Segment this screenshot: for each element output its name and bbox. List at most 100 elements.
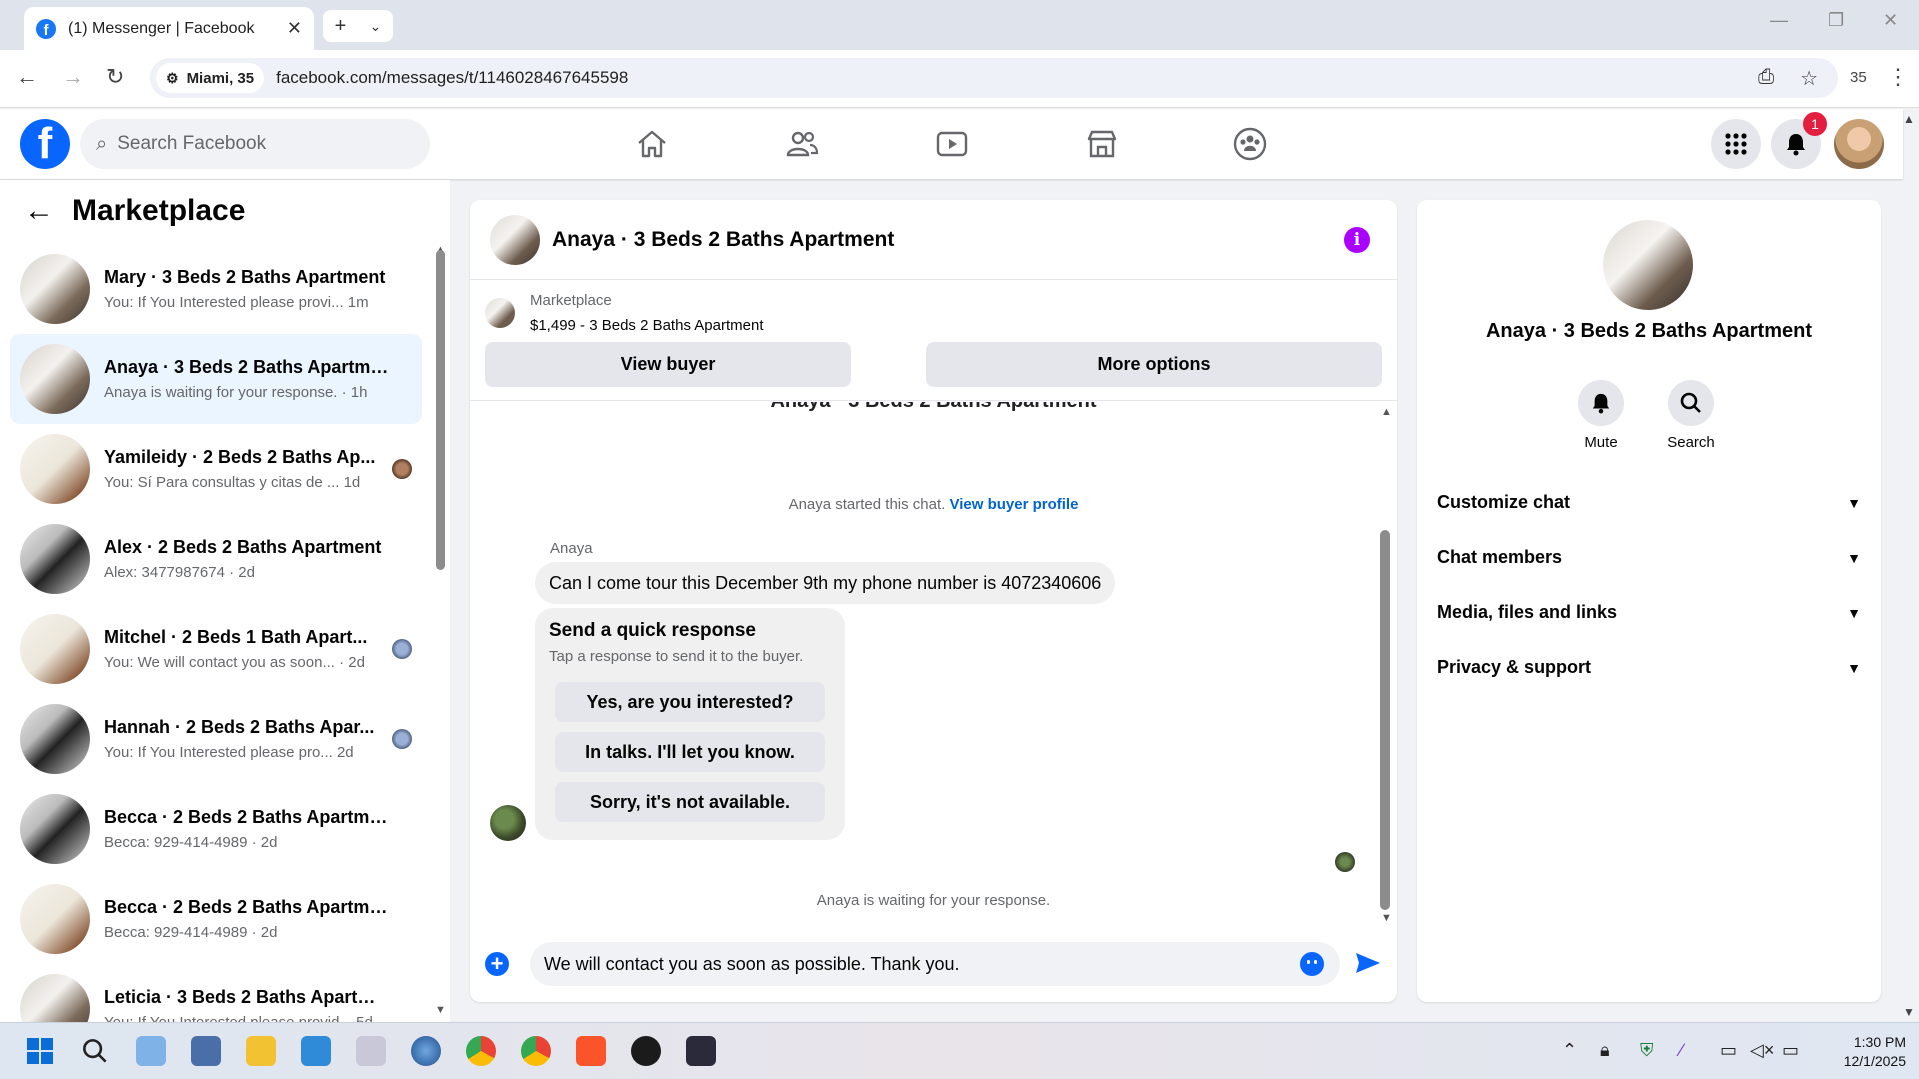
taskview-icon[interactable]: [136, 1036, 166, 1066]
conversation-item-active[interactable]: Anaya · 3 Beds 2 Baths Apartment Anaya is…: [10, 334, 422, 424]
profile-count[interactable]: 35: [1850, 69, 1867, 86]
conversation-item[interactable]: Alex · 2 Beds 2 Baths Apartment Alex: 347…: [10, 514, 422, 604]
search-action[interactable]: Search: [1661, 380, 1721, 451]
add-attachment-icon[interactable]: +: [485, 952, 509, 976]
network-icon[interactable]: ▭: [1720, 1040, 1737, 1061]
listing-thumbnail: [20, 884, 90, 954]
volume-muted-icon[interactable]: ◁×: [1750, 1040, 1774, 1061]
reload-icon[interactable]: ↻: [106, 64, 124, 90]
ixbrowser-icon[interactable]: [631, 1036, 661, 1066]
conversation-snippet: You: If You Interested please pro... 2d: [104, 744, 354, 761]
media-files-links-row[interactable]: Media, files and links ▼: [1437, 602, 1861, 623]
chat-avatar[interactable]: [490, 214, 540, 265]
chevron-down-icon: ▼: [1847, 659, 1861, 676]
tray-security-icon[interactable]: ⛨: [1640, 1040, 1654, 1061]
emoji-icon[interactable]: [1300, 952, 1324, 976]
more-options-button[interactable]: More options: [926, 342, 1382, 387]
view-buyer-button[interactable]: View buyer: [485, 342, 851, 387]
conversation-item[interactable]: Hannah · 2 Beds 2 Baths Apar... You: If Y…: [10, 694, 422, 784]
close-tab-icon[interactable]: ✕: [287, 18, 302, 39]
file-explorer-icon[interactable]: [246, 1036, 276, 1066]
tab-search-chevron-icon[interactable]: ⌄: [370, 18, 382, 35]
privacy-support-row[interactable]: Privacy & support ▼: [1437, 657, 1861, 678]
listing-thumbnail: [20, 524, 90, 594]
quick-response-yes-button[interactable]: Yes, are you interested?: [555, 682, 825, 722]
account-avatar[interactable]: [1834, 119, 1884, 169]
facebook-search-input[interactable]: ⌕ Search Facebook: [80, 119, 430, 169]
sender-avatar[interactable]: [490, 805, 526, 841]
battery-icon[interactable]: ▭: [1782, 1040, 1799, 1061]
seen-avatar: [392, 639, 412, 659]
windows-start-icon[interactable]: [25, 1036, 55, 1066]
sidebar-title: Marketplace: [72, 194, 246, 227]
minimize-icon[interactable]: —: [1770, 10, 1788, 31]
browser-tab[interactable]: f (1) Messenger | Facebook ✕: [24, 7, 314, 50]
conversation-name: Anaya · 3 Beds 2 Baths Apartment: [104, 357, 389, 377]
chat-started-text: Anaya started this chat.: [788, 496, 946, 513]
browser-profile-35-icon[interactable]: [686, 1036, 716, 1066]
forward-icon[interactable]: →: [62, 64, 84, 90]
install-app-icon[interactable]: ⎙: [1758, 66, 1774, 91]
chat-scrollbar[interactable]: [1380, 530, 1390, 930]
send-icon[interactable]: [1354, 950, 1382, 982]
tray-lock-icon[interactable]: 🔒︎: [1600, 1040, 1610, 1061]
quick-response-card: Send a quick response Tap a response to …: [535, 608, 845, 840]
nav-groups-icon[interactable]: [1228, 124, 1272, 164]
show-hidden-icons-chevron-icon[interactable]: ⌃: [1562, 1040, 1577, 1061]
nav-watch-icon[interactable]: [930, 124, 974, 164]
snipping-tool-icon[interactable]: [356, 1036, 386, 1066]
customize-chat-row[interactable]: Customize chat ▼: [1437, 492, 1861, 513]
listing-category: Marketplace: [530, 292, 612, 309]
sidebar-scrollbar[interactable]: [436, 250, 445, 570]
chrome-icon[interactable]: [466, 1036, 496, 1066]
conversation-item[interactable]: Leticia · 3 Beds 2 Baths Apartment You: I…: [10, 964, 422, 1022]
restore-icon[interactable]: ❐: [1828, 10, 1844, 31]
back-arrow-icon[interactable]: ←: [24, 194, 54, 228]
app-icon[interactable]: [191, 1036, 221, 1066]
chat-scroll-down-icon[interactable]: ▼: [1381, 912, 1392, 924]
mute-action[interactable]: Mute: [1571, 380, 1631, 451]
site-info-chip[interactable]: ⚙ Miami, 35: [156, 63, 265, 93]
search-label: Search: [1667, 434, 1715, 451]
listing-summary[interactable]: Marketplace $1,499 - 3 Beds 2 Baths Apar…: [485, 292, 763, 334]
photos-app-icon[interactable]: [301, 1036, 331, 1066]
chat-scroll-thumb[interactable]: [1380, 530, 1390, 910]
address-bar[interactable]: ⚙ Miami, 35 facebook.com/messages/t/1146…: [150, 58, 1838, 98]
conversation-item[interactable]: Mitchel · 2 Beds 1 Bath Apart... You: We …: [10, 604, 422, 694]
mute-label: Mute: [1584, 434, 1618, 451]
taskbar-search-icon[interactable]: [80, 1036, 110, 1066]
conversation-item[interactable]: Becca · 2 Beds 2 Baths Apartment Becca: 9…: [10, 784, 422, 874]
thread-intro-title: Anaya · 3 Beds 2 Baths Apartment: [770, 390, 1097, 412]
page-scroll-up-icon[interactable]: ▲: [1903, 112, 1915, 126]
incoming-message-bubble[interactable]: Can I come tour this December 9th my pho…: [535, 562, 1116, 604]
info-icon[interactable]: i: [1344, 227, 1370, 253]
browser-menu-icon[interactable]: ⋮: [1887, 64, 1909, 90]
back-icon[interactable]: ←: [16, 64, 38, 90]
tray-pen-icon[interactable]: ∕: [1680, 1040, 1683, 1061]
chat-members-row[interactable]: Chat members ▼: [1437, 547, 1861, 568]
globe-app-icon[interactable]: [411, 1036, 441, 1066]
taskbar-clock[interactable]: 1:30 PM 12/1/2025: [1826, 1033, 1906, 1071]
quick-response-not-available-button[interactable]: Sorry, it's not available.: [555, 782, 825, 822]
conversation-item[interactable]: Yamileidy · 2 Beds 2 Baths Ap... You: Sí …: [10, 424, 422, 514]
message-input[interactable]: We will contact you as soon as possible.…: [530, 942, 1340, 986]
chevron-down-icon: ▼: [1847, 604, 1861, 621]
brave-browser-icon[interactable]: [576, 1036, 606, 1066]
quick-response-in-talks-button[interactable]: In talks. I'll let you know.: [555, 732, 825, 772]
menu-grid-icon[interactable]: [1711, 119, 1761, 169]
window-close-icon[interactable]: ✕: [1883, 10, 1898, 31]
conversation-item[interactable]: Becca · 2 Beds 2 Baths Apartment Becca: 9…: [10, 874, 422, 964]
page-scroll-down-icon[interactable]: ▼: [1903, 1005, 1915, 1019]
conversation-item[interactable]: Mary · 3 Beds 2 Baths Apartment You: If Y…: [10, 244, 422, 334]
scroll-down-arrow-icon[interactable]: ▼: [435, 1004, 446, 1016]
nav-marketplace-icon[interactable]: [1080, 124, 1124, 164]
nav-home-icon[interactable]: [630, 124, 674, 164]
view-buyer-profile-link[interactable]: View buyer profile: [950, 496, 1079, 513]
chat-title[interactable]: Anaya · 3 Beds 2 Baths Apartment: [552, 228, 894, 252]
facebook-logo-icon[interactable]: f: [20, 119, 70, 169]
chrome-profile-icon[interactable]: [521, 1036, 551, 1066]
bookmark-star-icon[interactable]: ☆: [1800, 66, 1818, 91]
nav-friends-icon[interactable]: [780, 124, 824, 164]
chat-scroll-up-icon[interactable]: ▲: [1381, 406, 1392, 418]
new-tab-icon[interactable]: +: [335, 15, 347, 38]
